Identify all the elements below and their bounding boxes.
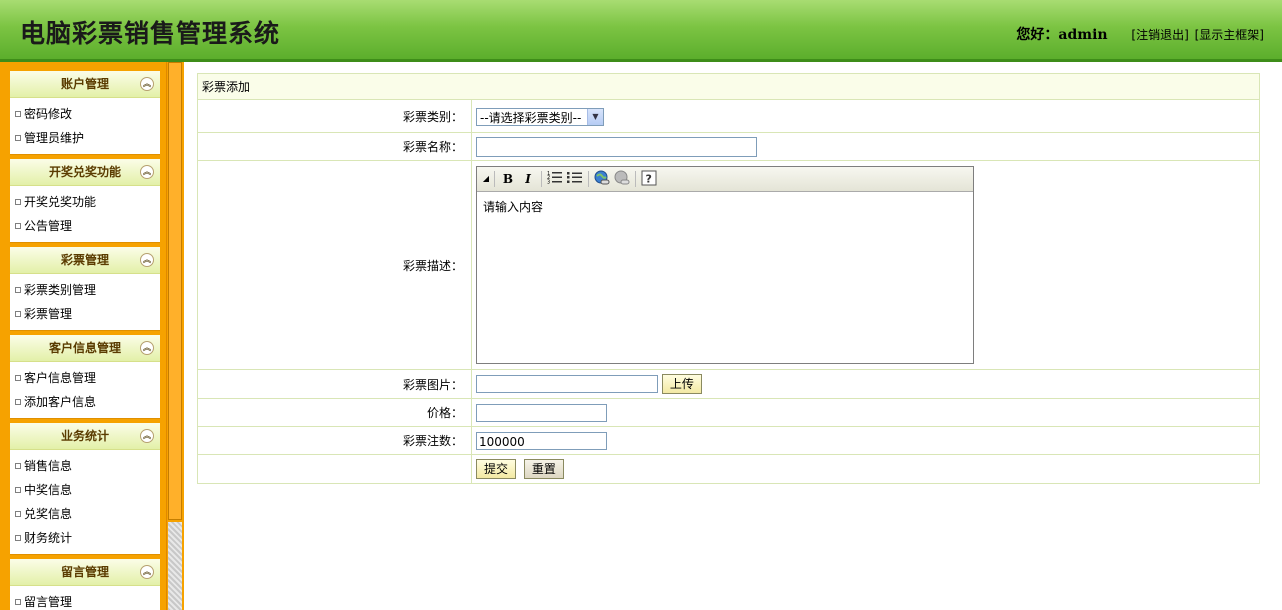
italic-icon[interactable]: I xyxy=(518,170,538,188)
menu-header-label: 客户信息管理 xyxy=(48,341,121,355)
sidebar-item-redeem[interactable]: 兑奖信息 xyxy=(10,502,160,526)
sidebar-item-customer-info[interactable]: 客户信息管理 xyxy=(10,366,160,390)
menu-header-message[interactable]: 留言管理 ︽ xyxy=(10,559,160,586)
editor-toolbar: ◢ B I 123 ? xyxy=(477,167,973,192)
collapse-icon[interactable]: ︽ xyxy=(140,565,154,579)
count-label: 彩票注数： xyxy=(197,426,472,455)
menu-group-customer: 客户信息管理 ︽ 客户信息管理 添加客户信息 xyxy=(10,335,160,419)
price-label: 价格： xyxy=(197,398,472,427)
user-greeting: 您好：admin xyxy=(1016,27,1108,43)
image-label: 彩票图片： xyxy=(197,369,472,399)
svg-text:?: ? xyxy=(646,173,652,186)
toolbar-separator xyxy=(588,171,589,187)
menu-header-customer[interactable]: 客户信息管理 ︽ xyxy=(10,335,160,362)
sidebar-item-lottery-category[interactable]: 彩票类别管理 xyxy=(10,278,160,302)
menu-header-lottery-draw[interactable]: 开奖兑奖功能 ︽ xyxy=(10,159,160,186)
sidebar-item-lottery[interactable]: 彩票管理 xyxy=(10,302,160,326)
logout-link[interactable]: [注销退出] xyxy=(1131,28,1188,42)
form-caption: 彩票添加 xyxy=(197,73,1260,100)
rich-text-editor[interactable]: ◢ B I 123 ? 请输入内容 xyxy=(476,166,974,364)
scrollbar-track[interactable] xyxy=(168,522,182,610)
menu-group-message: 留言管理 ︽ 留言管理 xyxy=(10,559,160,610)
sidebar-item-winning[interactable]: 中奖信息 xyxy=(10,478,160,502)
actions-label-cell xyxy=(197,454,472,484)
collapse-icon[interactable]: ︽ xyxy=(140,429,154,443)
toolbar-separator xyxy=(541,171,542,187)
toolbar-handle-icon[interactable]: ◢ xyxy=(481,170,491,188)
image-path-input[interactable] xyxy=(476,375,658,393)
menu-header-label: 业务统计 xyxy=(60,429,109,443)
menu-group-stats: 业务统计 ︽ 销售信息 中奖信息 兑奖信息 财务统计 xyxy=(10,423,160,555)
toolbar-separator xyxy=(494,171,495,187)
count-input[interactable]: 100000 xyxy=(476,431,607,450)
sidebar-item-sales[interactable]: 销售信息 xyxy=(10,454,160,478)
sidebar-item-finance[interactable]: 财务统计 xyxy=(10,526,160,550)
ordered-list-icon[interactable]: 123 xyxy=(545,170,565,188)
insert-link-icon[interactable] xyxy=(592,170,612,188)
sidebar: 账户管理 ︽ 密码修改 管理员维护 开奖兑奖功能 ︽ 开奖兑奖功能 公告管理 彩… xyxy=(0,62,184,610)
menu-header-label: 彩票管理 xyxy=(60,253,109,267)
menu-group-lottery: 彩票管理 ︽ 彩票类别管理 彩票管理 xyxy=(10,247,160,331)
price-input[interactable] xyxy=(476,403,607,422)
collapse-icon[interactable]: ︽ xyxy=(140,165,154,179)
category-select-value: --请选择彩票类别-- xyxy=(480,110,582,125)
show-main-frame-link[interactable]: [显示主框架] xyxy=(1195,28,1264,42)
menu-header-label: 账户管理 xyxy=(60,77,109,91)
submit-button[interactable]: 提交 xyxy=(476,459,517,479)
name-label: 彩票名称： xyxy=(197,132,472,161)
name-input[interactable] xyxy=(476,136,757,157)
menu-header-label: 开奖兑奖功能 xyxy=(48,165,121,179)
toolbar-separator xyxy=(635,171,636,187)
menu-header-account[interactable]: 账户管理 ︽ xyxy=(10,71,160,98)
reset-button[interactable]: 重置 xyxy=(523,459,564,479)
sidebar-scrollbar[interactable] xyxy=(166,62,183,610)
category-label: 彩票类别： xyxy=(197,99,472,133)
header-bar: 电脑彩票销售管理系统 您好：admin [注销退出] [显示主框架] xyxy=(0,0,1282,62)
scrollbar-thumb[interactable] xyxy=(168,62,182,520)
sidebar-item-admin[interactable]: 管理员维护 xyxy=(10,126,160,150)
lottery-add-form: 彩票添加 彩票类别： --请选择彩票类别-- ▼ 彩票名称： 彩票描述： ◢ B… xyxy=(197,73,1260,484)
collapse-icon[interactable]: ︽ xyxy=(140,253,154,267)
upload-button[interactable]: 上传 xyxy=(661,374,702,394)
svg-text:3: 3 xyxy=(547,180,550,185)
editor-content[interactable]: 请输入内容 xyxy=(477,192,973,221)
sidebar-item-message[interactable]: 留言管理 xyxy=(10,590,160,610)
sidebar-item-notice[interactable]: 公告管理 xyxy=(10,214,160,238)
desc-label: 彩票描述： xyxy=(197,160,472,370)
remove-link-icon[interactable] xyxy=(612,170,632,188)
help-icon[interactable]: ? xyxy=(639,170,659,188)
sidebar-item-add-customer[interactable]: 添加客户信息 xyxy=(10,390,160,414)
sidebar-item-draw[interactable]: 开奖兑奖功能 xyxy=(10,190,160,214)
menu-group-lottery-draw: 开奖兑奖功能 ︽ 开奖兑奖功能 公告管理 xyxy=(10,159,160,243)
main-content: 彩票添加 彩票类别： --请选择彩票类别-- ▼ 彩票名称： 彩票描述： ◢ B… xyxy=(197,73,1260,484)
menu-group-account: 账户管理 ︽ 密码修改 管理员维护 xyxy=(10,71,160,155)
collapse-icon[interactable]: ︽ xyxy=(140,341,154,355)
bold-icon[interactable]: B xyxy=(498,170,518,188)
category-select[interactable]: --请选择彩票类别-- ▼ xyxy=(476,108,604,126)
menu-header-stats[interactable]: 业务统计 ︽ xyxy=(10,423,160,450)
chevron-down-icon[interactable]: ▼ xyxy=(587,109,603,125)
menu-header-lottery[interactable]: 彩票管理 ︽ xyxy=(10,247,160,274)
app-title: 电脑彩票销售管理系统 xyxy=(20,19,281,48)
collapse-icon[interactable]: ︽ xyxy=(140,77,154,91)
menu-header-label: 留言管理 xyxy=(60,565,109,579)
unordered-list-icon[interactable] xyxy=(565,170,585,188)
sidebar-item-password[interactable]: 密码修改 xyxy=(10,102,160,126)
user-area: 您好：admin [注销退出] [显示主框架] xyxy=(1016,24,1264,44)
